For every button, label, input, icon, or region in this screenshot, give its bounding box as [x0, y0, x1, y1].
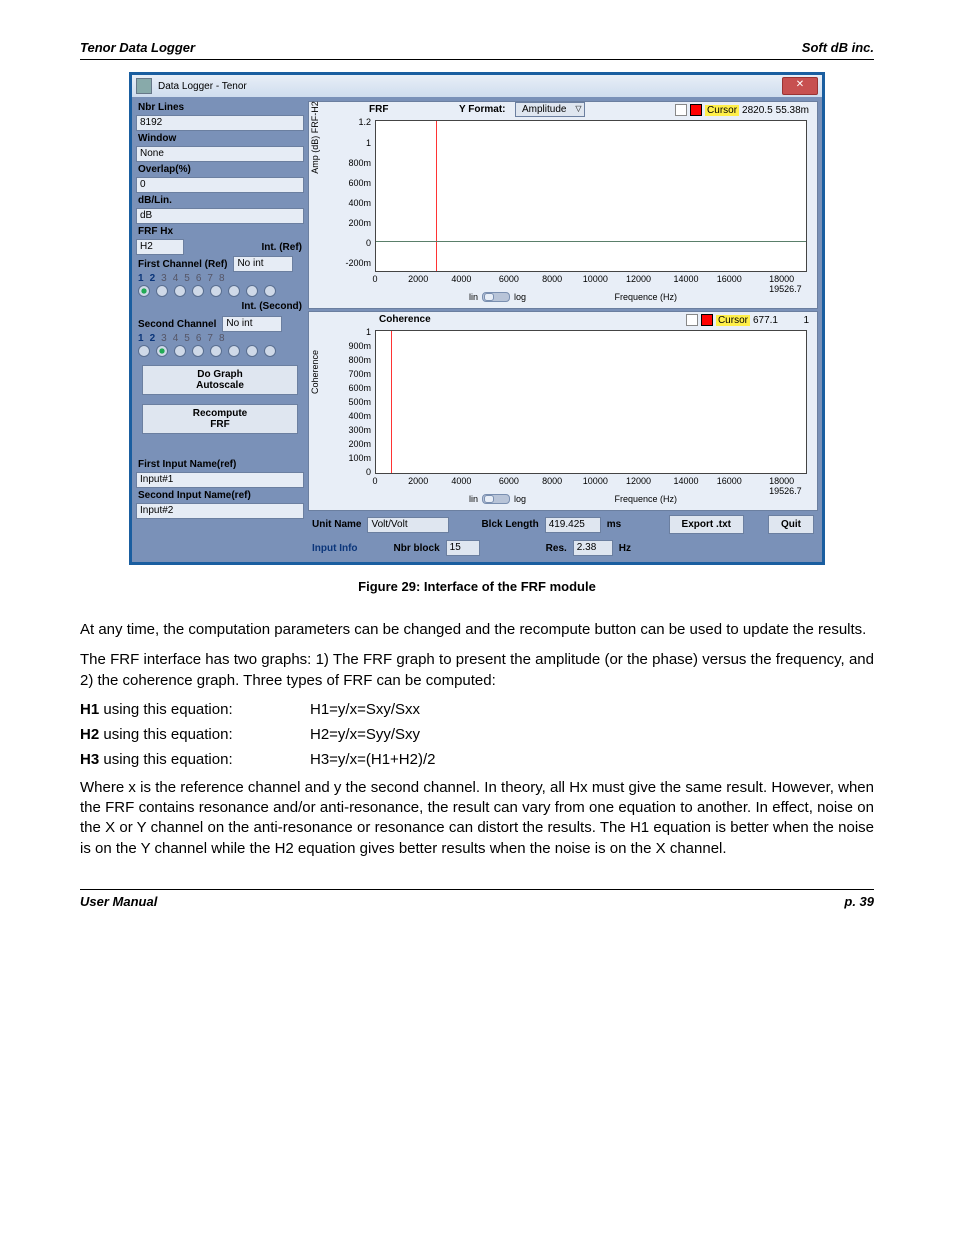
res-unit: Hz	[619, 543, 631, 554]
header-right: Soft dB inc.	[802, 40, 874, 55]
nbr-block-field: 15	[446, 540, 480, 556]
coh-xaxis: 0 2000 4000 6000 8000 10000 12000 14000 …	[375, 476, 807, 490]
footer-right: p. 39	[844, 894, 874, 909]
intref-label: Int. (Ref)	[259, 241, 304, 254]
coh-linlog[interactable]: linlog	[469, 494, 526, 504]
frf-yaxis: 1.2 1 800m 600m 400m 200m 0 -200m	[335, 120, 373, 272]
eq-h2: H2 using this equation: H2=y/x=Syy/Sxy	[80, 726, 874, 743]
cursor-hand-icon	[686, 314, 698, 326]
second-channel-radios[interactable]	[136, 345, 304, 360]
cursor-swatch-icon	[690, 104, 702, 116]
cursor-y: 55.38m	[776, 105, 809, 116]
yformat-select[interactable]: Amplitude	[515, 102, 585, 117]
frf-xlabel: Frequence (Hz)	[614, 292, 677, 302]
left-panel: Nbr Lines 8192 Window None Overlap(%) 0 …	[136, 101, 304, 558]
first-channel-numbers: 12345678	[136, 273, 304, 284]
coherence-plot: Coherence Cursor 677.1 1 Coherence 1 900…	[308, 311, 818, 511]
quit-button[interactable]: Quit	[768, 515, 814, 534]
titlebar: Data Logger - Tenor ✕	[132, 75, 822, 97]
export-button[interactable]: Export .txt	[669, 515, 744, 534]
second-input-label: Second Input Name(ref)	[136, 489, 304, 502]
second-input-field[interactable]: Input#2	[136, 503, 304, 519]
footer-left: User Manual	[80, 894, 157, 909]
dblin-label: dB/Lin.	[136, 194, 304, 207]
res-label: Res.	[546, 543, 567, 554]
coh-plotarea[interactable]	[375, 330, 807, 474]
first-channel-radios[interactable]	[136, 285, 304, 300]
window-label: Window	[136, 132, 304, 145]
nbr-lines-label: Nbr Lines	[136, 101, 304, 114]
bottom-bar: Unit Name Volt/Volt Blck Length 419.425 …	[308, 513, 818, 558]
cursor-swatch-icon	[701, 314, 713, 326]
frf-plot: FRF Y Format: Amplitude Cursor 2820.5 55…	[308, 101, 818, 309]
overlap-field[interactable]: 0	[136, 177, 304, 193]
second-channel-numbers: 12345678	[136, 333, 304, 344]
eq-h3: H3 using this equation: H3=y/x=(H1+H2)/2	[80, 751, 874, 768]
cursor-hand-icon	[675, 104, 687, 116]
coh-ylabel: Coherence	[310, 350, 320, 394]
res-field: 2.38	[573, 540, 613, 556]
eq-h1: H1 using this equation: H1=y/x=Sxy/Sxx	[80, 701, 874, 718]
intsecond-field[interactable]: No int	[222, 316, 282, 332]
para-1: At any time, the computation parameters …	[80, 620, 874, 640]
cursor-label: Cursor	[716, 315, 750, 326]
coh-title: Coherence	[379, 314, 431, 325]
coh-xlabel: Frequence (Hz)	[614, 494, 677, 504]
cursor-x: 2820.5	[742, 105, 773, 116]
blck-length-label: Blck Length	[481, 519, 538, 530]
nbr-block-label: Nbr block	[394, 543, 440, 554]
overlap-label: Overlap(%)	[136, 163, 304, 176]
cursor-label: Cursor	[705, 105, 739, 116]
cursor-y: 1	[781, 315, 809, 326]
frf-title: FRF	[369, 104, 388, 115]
right-panel: FRF Y Format: Amplitude Cursor 2820.5 55…	[308, 101, 818, 558]
blck-length-field: 419.425	[545, 517, 601, 533]
first-input-label: First Input Name(ref)	[136, 458, 304, 471]
first-input-field[interactable]: Input#1	[136, 472, 304, 488]
frf-xaxis: 0 2000 4000 6000 8000 10000 12000 14000 …	[375, 274, 807, 288]
intref-field[interactable]: No int	[233, 256, 293, 272]
first-channel-label: First Channel (Ref)	[136, 258, 229, 271]
input-info-link[interactable]: Input Info	[312, 543, 358, 554]
para-3: Where x is the reference channel and y t…	[80, 778, 874, 859]
close-icon[interactable]: ✕	[782, 77, 818, 95]
header-left: Tenor Data Logger	[80, 40, 195, 55]
figure-caption: Figure 29: Interface of the FRF module	[80, 579, 874, 594]
do-graph-button[interactable]: Do Graph Autoscale	[142, 365, 298, 395]
frfhx-label: FRF Hx	[136, 225, 304, 238]
blck-length-unit: ms	[607, 519, 621, 530]
para-2: The FRF interface has two graphs: 1) The…	[80, 650, 874, 691]
coh-cursor[interactable]: Cursor 677.1 1	[686, 314, 809, 326]
window-title: Data Logger - Tenor	[158, 81, 247, 92]
cursor-x: 677.1	[753, 315, 778, 326]
intsecond-label: Int. (Second)	[241, 301, 302, 312]
second-channel-label: Second Channel	[136, 318, 218, 331]
app-window: Data Logger - Tenor ✕ Nbr Lines 8192 Win…	[129, 72, 825, 565]
app-icon	[136, 78, 152, 94]
window-field[interactable]: None	[136, 146, 304, 162]
frfhx-field[interactable]: H2	[136, 239, 184, 255]
frf-linlog[interactable]: linlog	[469, 292, 526, 302]
frf-plotarea[interactable]	[375, 120, 807, 272]
dblin-field[interactable]: dB	[136, 208, 304, 224]
unit-name-label: Unit Name	[312, 519, 361, 530]
unit-name-field[interactable]: Volt/Volt	[367, 517, 449, 533]
frf-ylabel: Amp (dB) FRF-H2	[310, 101, 320, 174]
yformat-label: Y Format:	[459, 104, 506, 115]
frf-cursor[interactable]: Cursor 2820.5 55.38m	[675, 104, 809, 116]
coh-yaxis: 1 900m 800m 700m 600m 500m 400m 300m 200…	[335, 330, 373, 474]
recompute-button[interactable]: Recompute FRF	[142, 404, 298, 434]
nbr-lines-field[interactable]: 8192	[136, 115, 304, 131]
